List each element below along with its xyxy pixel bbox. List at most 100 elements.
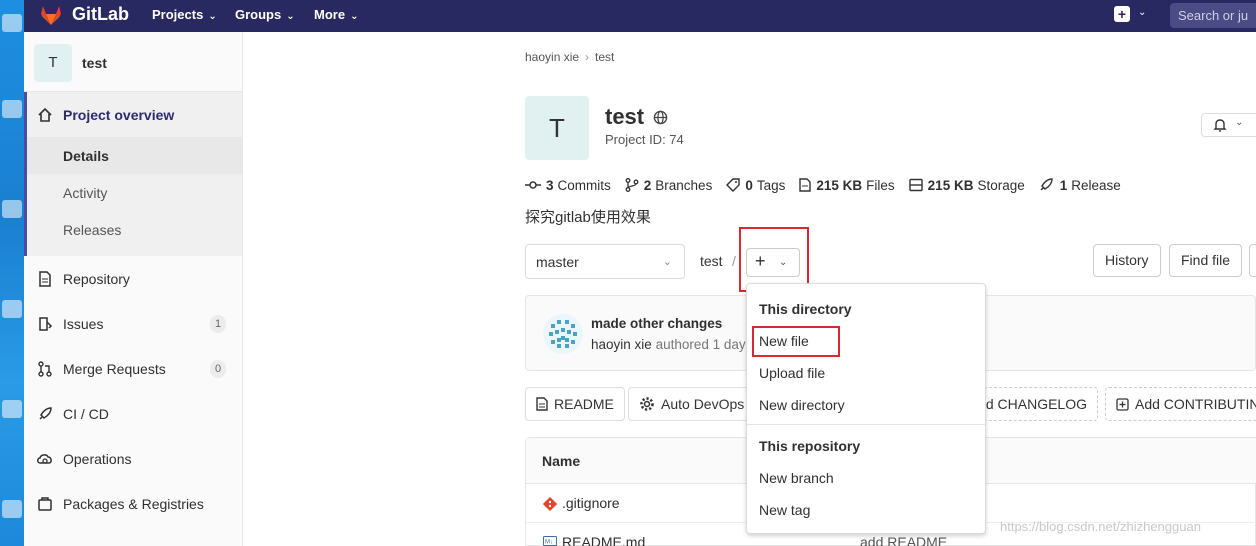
sidebar-item-activity[interactable]: Activity (63, 185, 107, 201)
issues-count-badge: 1 (210, 315, 226, 333)
sidebar-item-repository[interactable]: Repository (36, 270, 130, 288)
sidebar-item-operations[interactable]: Operations (36, 450, 131, 468)
dropdown-header-this-directory: This directory (759, 301, 852, 317)
nav-groups-label: Groups (235, 7, 282, 22)
pill-label: Auto DevOps (661, 396, 745, 412)
nav-projects-label: Projects (152, 7, 204, 22)
auto-devops-button[interactable]: Auto DevOps (628, 387, 756, 421)
sidebar-project-name[interactable]: test (82, 55, 107, 71)
user-avatar[interactable] (543, 314, 583, 354)
brand-name[interactable]: GitLab (72, 4, 129, 25)
chevron-down-icon[interactable]: ⌄ (1138, 7, 1146, 18)
file-name[interactable]: .gitignore (562, 495, 620, 511)
stat-files[interactable]: 215 KB Files (799, 177, 895, 193)
file-name[interactable]: README.md (562, 534, 645, 546)
gear-icon (639, 396, 655, 412)
sidebar-item-merge-requests[interactable]: Merge Requests (36, 360, 166, 378)
commit-icon (525, 181, 541, 189)
stat-storage[interactable]: 215 KB Storage (908, 177, 1025, 193)
tag-icon (726, 178, 741, 192)
stat-label: Release (1071, 177, 1121, 193)
plus-icon[interactable]: + (1114, 6, 1130, 22)
home-icon (36, 106, 54, 124)
branch-selector[interactable]: master ⌄ (525, 244, 685, 279)
menu-item-new-branch[interactable]: New branch (759, 470, 834, 486)
nav-more-label: More (314, 7, 346, 22)
nav-groups-menu[interactable]: Groups ⌄ (235, 7, 295, 22)
branch-icon (625, 178, 639, 192)
desktop-icon (2, 300, 22, 318)
menu-item-new-directory[interactable]: New directory (759, 397, 845, 413)
nav-projects-menu[interactable]: Projects ⌄ (152, 7, 217, 22)
gitlab-logo-icon[interactable] (38, 2, 64, 28)
stat-label: Branches (655, 177, 713, 193)
history-button[interactable]: History (1093, 244, 1161, 277)
sidebar-item-issues[interactable]: Issues (36, 315, 103, 333)
document-icon (36, 270, 54, 288)
sidebar-item-details[interactable]: Details (63, 148, 109, 164)
pill-label: README (554, 396, 614, 412)
notification-dropdown[interactable]: ⌄ (1201, 113, 1256, 137)
stat-commits[interactable]: 3 Commits (525, 178, 611, 193)
chevron-down-icon: ⌄ (1235, 117, 1244, 128)
nav-more-menu[interactable]: More ⌄ (314, 7, 358, 22)
stat-tags[interactable]: 0 Tags (726, 178, 785, 193)
project-title: test (605, 104, 645, 129)
column-name-header: Name (542, 453, 581, 469)
readme-button[interactable]: README (525, 387, 625, 421)
stat-release[interactable]: 1 Release (1039, 178, 1121, 193)
breadcrumb: haoyin xie › test (525, 50, 614, 64)
document-icon (536, 397, 548, 411)
desktop-icon (2, 400, 22, 418)
stat-label: Commits (557, 177, 611, 193)
package-icon (36, 495, 54, 513)
menu-item-new-tag[interactable]: New tag (759, 502, 810, 518)
stat-label: Storage (977, 177, 1025, 193)
stat-value: 3 (546, 177, 554, 193)
repo-path-root[interactable]: test (700, 253, 723, 269)
find-file-button[interactable]: Find file (1169, 244, 1243, 277)
stat-label: Tags (756, 177, 786, 193)
branch-name: master (536, 254, 579, 270)
stat-value: 1 (1059, 177, 1068, 193)
sidebar-item-label: CI / CD (63, 406, 109, 422)
commit-title[interactable]: made other changes (591, 316, 722, 331)
breadcrumb-owner[interactable]: haoyin xie (525, 50, 579, 64)
bell-icon (1213, 119, 1227, 132)
project-avatar-small[interactable]: T (34, 44, 72, 82)
breadcrumb-separator-icon: › (585, 50, 590, 64)
sidebar-details-highlight (27, 137, 242, 174)
cloud-gear-icon (36, 450, 54, 468)
highlight-annotation (752, 326, 840, 357)
rocket-icon (36, 405, 54, 423)
menu-item-upload-file[interactable]: Upload file (759, 365, 825, 381)
sidebar-item-label: Issues (63, 316, 104, 332)
sidebar-item-label: Packages & Registries (63, 496, 204, 512)
sidebar-item-ci-cd[interactable]: CI / CD (36, 405, 109, 423)
commit-author[interactable]: haoyin xie (591, 337, 652, 352)
merge-requests-count-badge: 0 (210, 360, 226, 378)
add-contributing-button[interactable]: Add CONTRIBUTING (1105, 387, 1256, 421)
sidebar: T test Project overview Details Activity… (24, 32, 243, 546)
sidebar-item-packages-registries[interactable]: Packages & Registries (36, 495, 204, 513)
stat-value: 0 (745, 177, 753, 193)
breadcrumb-project[interactable]: test (595, 50, 614, 64)
sidebar-item-label: Repository (63, 271, 130, 287)
sidebar-item-project-overview[interactable]: Project overview (36, 106, 174, 124)
web-ide-button[interactable] (1249, 244, 1256, 277)
chevron-down-icon: ⌄ (350, 11, 359, 22)
sidebar-item-label: Operations (63, 451, 132, 467)
markdown-icon: M↓ (543, 536, 557, 546)
storage-icon (908, 178, 923, 192)
search-input[interactable]: Search or ju (1170, 3, 1256, 28)
issues-icon (36, 315, 54, 333)
svg-text:M↓: M↓ (545, 540, 553, 546)
stat-value: 215 KB (816, 177, 863, 193)
stat-branches[interactable]: 2 Branches (625, 177, 713, 193)
path-separator: / (732, 253, 736, 269)
desktop-icon (2, 100, 22, 118)
file-icon (799, 178, 812, 192)
commit-message[interactable]: add README (860, 534, 947, 546)
sidebar-item-releases[interactable]: Releases (63, 222, 121, 238)
commit-time: authored 1 day (655, 337, 746, 352)
